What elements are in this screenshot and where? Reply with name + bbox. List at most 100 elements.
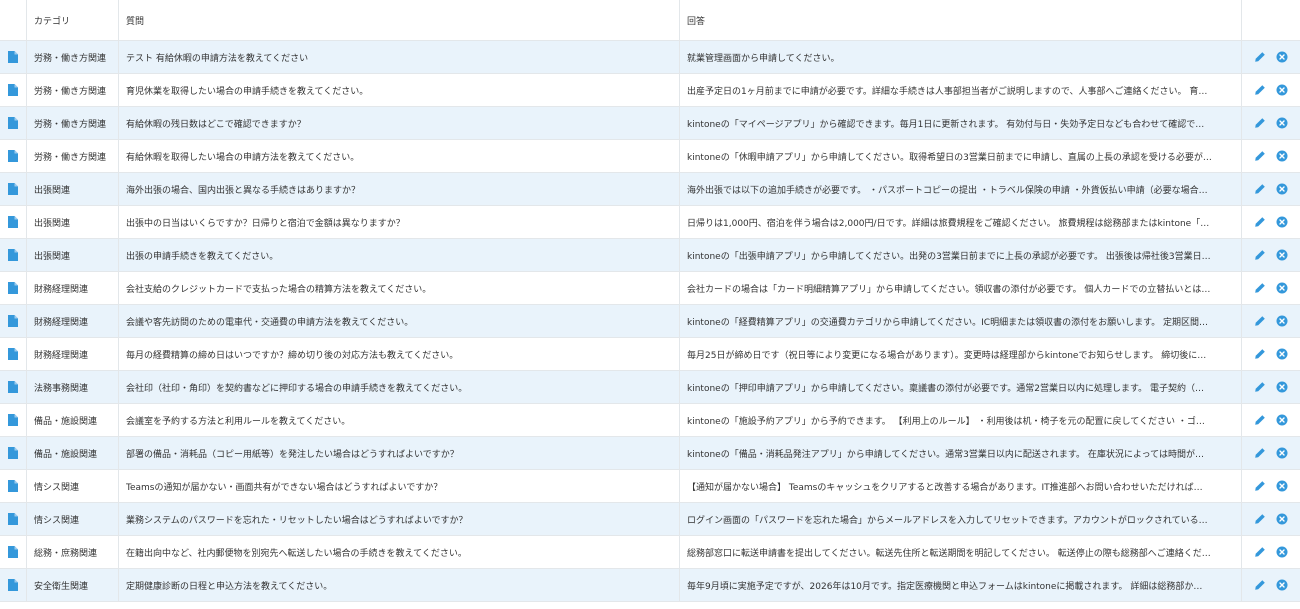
record-detail-cell[interactable] <box>0 305 27 337</box>
category-cell[interactable]: 情シス関連 <box>27 470 119 502</box>
close-circle-icon[interactable] <box>1276 381 1288 393</box>
document-icon[interactable] <box>8 546 18 558</box>
table-row[interactable]: 出張関連 海外出張の場合、国内出張と異なる手続きはありますか？ 海外出張では以下の追… <box>0 173 1300 206</box>
record-detail-cell[interactable] <box>0 107 27 139</box>
category-cell[interactable]: 財務経理関連 <box>27 305 119 337</box>
category-cell[interactable]: 労務・働き方関連 <box>27 140 119 172</box>
table-row[interactable]: 備品・施設関連 会議室を予約する方法と利用ルールを教えてください。 kintoneの… <box>0 404 1300 437</box>
record-detail-cell[interactable] <box>0 371 27 403</box>
question-cell[interactable]: 有給休暇を取得したい場合の申請方法を教えてください。 <box>119 140 680 172</box>
record-detail-cell[interactable] <box>0 338 27 370</box>
table-row[interactable]: 財務経理関連 会社支給のクレジットカードで支払った場合の精算方法を教えてください。… <box>0 272 1300 305</box>
record-detail-cell[interactable] <box>0 41 27 73</box>
pencil-icon[interactable] <box>1254 381 1266 393</box>
close-circle-icon[interactable] <box>1276 315 1288 327</box>
category-cell[interactable]: 安全衛生関連 <box>27 569 119 601</box>
answer-cell[interactable]: 就業管理画面から申請してください。 <box>680 41 1242 73</box>
document-icon[interactable] <box>8 216 18 228</box>
column-header-question[interactable]: 質問 <box>119 0 680 40</box>
close-circle-icon[interactable] <box>1276 579 1288 591</box>
record-detail-cell[interactable] <box>0 569 27 601</box>
answer-cell[interactable]: ログイン画面の「パスワードを忘れた場合」からメールアドレスを入力してリセットでき… <box>680 503 1242 535</box>
category-cell[interactable]: 備品・施設関連 <box>27 404 119 436</box>
document-icon[interactable] <box>8 579 18 591</box>
answer-cell[interactable]: kintoneの「マイページアプリ」から確認できます。毎月1日に更新されます。 … <box>680 107 1242 139</box>
answer-cell[interactable]: 出産予定日の1ヶ月前までに申請が必要です。詳細な手続きは人事部担当者がご説明しま… <box>680 74 1242 106</box>
pencil-icon[interactable] <box>1254 480 1266 492</box>
answer-cell[interactable]: kintoneの「経費精算アプリ」の交通費カテゴリから申請してください。IC明細… <box>680 305 1242 337</box>
pencil-icon[interactable] <box>1254 447 1266 459</box>
close-circle-icon[interactable] <box>1276 480 1288 492</box>
table-row[interactable]: 出張関連 出張中の日当はいくらですか？日帰りと宿泊で金額は異なりますか？ 日帰りは1… <box>0 206 1300 239</box>
record-detail-cell[interactable] <box>0 239 27 271</box>
close-circle-icon[interactable] <box>1276 117 1288 129</box>
answer-cell[interactable]: 毎年9月頃に実施予定ですが、2026年は10月です。指定医療機関と申込フォームは… <box>680 569 1242 601</box>
document-icon[interactable] <box>8 84 18 96</box>
category-cell[interactable]: 出張関連 <box>27 239 119 271</box>
pencil-icon[interactable] <box>1254 348 1266 360</box>
category-cell[interactable]: 出張関連 <box>27 206 119 238</box>
document-icon[interactable] <box>8 282 18 294</box>
question-cell[interactable]: 部署の備品・消耗品（コピー用紙等）を発注したい場合はどうすればよいですか？ <box>119 437 680 469</box>
answer-cell[interactable]: kintoneの「施設予約アプリ」から予約できます。 【利用上のルール】 ・利用… <box>680 404 1242 436</box>
pencil-icon[interactable] <box>1254 315 1266 327</box>
table-row[interactable]: 財務経理関連 会議や客先訪問のための電車代・交通費の申請方法を教えてください。 ki… <box>0 305 1300 338</box>
answer-cell[interactable]: 日帰りは1,000円、宿泊を伴う場合は2,000円/日です。詳細は旅費規程をご確… <box>680 206 1242 238</box>
table-row[interactable]: 安全衛生関連 定期健康診断の日程と申込方法を教えてください。 毎年9月頃に実施予定で… <box>0 569 1300 602</box>
document-icon[interactable] <box>8 480 18 492</box>
category-cell[interactable]: 労務・働き方関連 <box>27 107 119 139</box>
pencil-icon[interactable] <box>1254 579 1266 591</box>
document-icon[interactable] <box>8 414 18 426</box>
document-icon[interactable] <box>8 315 18 327</box>
question-cell[interactable]: 有給休暇の残日数はどこで確認できますか？ <box>119 107 680 139</box>
answer-cell[interactable]: 海外出張では以下の追加手続きが必要です。 ・パスポートコピーの提出 ・トラベル保… <box>680 173 1242 205</box>
answer-cell[interactable]: kintoneの「出張申請アプリ」から申請してください。出発の3営業日前までに上… <box>680 239 1242 271</box>
close-circle-icon[interactable] <box>1276 216 1288 228</box>
close-circle-icon[interactable] <box>1276 51 1288 63</box>
question-cell[interactable]: 会社支給のクレジットカードで支払った場合の精算方法を教えてください。 <box>119 272 680 304</box>
answer-cell[interactable]: 毎月25日が締め日です（祝日等により変更になる場合があります）。変更時は経理部か… <box>680 338 1242 370</box>
question-cell[interactable]: Teamsの通知が届かない・画面共有ができない場合はどうすればよいですか？ <box>119 470 680 502</box>
close-circle-icon[interactable] <box>1276 546 1288 558</box>
document-icon[interactable] <box>8 249 18 261</box>
question-cell[interactable]: 出張中の日当はいくらですか？日帰りと宿泊で金額は異なりますか？ <box>119 206 680 238</box>
question-cell[interactable]: 業務システムのパスワードを忘れた・リセットしたい場合はどうすればよいですか？ <box>119 503 680 535</box>
answer-cell[interactable]: 会社カードの場合は「カード明細精算アプリ」から申請してください。領収書の添付が必… <box>680 272 1242 304</box>
category-cell[interactable]: 出張関連 <box>27 173 119 205</box>
record-detail-cell[interactable] <box>0 140 27 172</box>
category-cell[interactable]: 財務経理関連 <box>27 338 119 370</box>
table-row[interactable]: 出張関連 出張の申請手続きを教えてください。 kintoneの「出張申請アプリ」から… <box>0 239 1300 272</box>
table-row[interactable]: 備品・施設関連 部署の備品・消耗品（コピー用紙等）を発注したい場合はどうすればよい… <box>0 437 1300 470</box>
pencil-icon[interactable] <box>1254 117 1266 129</box>
pencil-icon[interactable] <box>1254 216 1266 228</box>
question-cell[interactable]: 会議室を予約する方法と利用ルールを教えてください。 <box>119 404 680 436</box>
column-header-category[interactable]: カテゴリ <box>27 0 119 40</box>
category-cell[interactable]: 備品・施設関連 <box>27 437 119 469</box>
pencil-icon[interactable] <box>1254 51 1266 63</box>
question-cell[interactable]: 育児休業を取得したい場合の申請手続きを教えてください。 <box>119 74 680 106</box>
table-row[interactable]: 情シス関連 Teamsの通知が届かない・画面共有ができない場合はどうすればよいです… <box>0 470 1300 503</box>
question-cell[interactable]: 会社印（社印・角印）を契約書などに押印する場合の申請手続きを教えてください。 <box>119 371 680 403</box>
table-row[interactable]: 労務・働き方関連 育児休業を取得したい場合の申請手続きを教えてください。 出産予定日… <box>0 74 1300 107</box>
pencil-icon[interactable] <box>1254 546 1266 558</box>
question-cell[interactable]: 出張の申請手続きを教えてください。 <box>119 239 680 271</box>
close-circle-icon[interactable] <box>1276 513 1288 525</box>
close-circle-icon[interactable] <box>1276 414 1288 426</box>
document-icon[interactable] <box>8 117 18 129</box>
record-detail-cell[interactable] <box>0 74 27 106</box>
pencil-icon[interactable] <box>1254 282 1266 294</box>
pencil-icon[interactable] <box>1254 414 1266 426</box>
question-cell[interactable]: 会議や客先訪問のための電車代・交通費の申請方法を教えてください。 <box>119 305 680 337</box>
record-detail-cell[interactable] <box>0 503 27 535</box>
document-icon[interactable] <box>8 513 18 525</box>
close-circle-icon[interactable] <box>1276 84 1288 96</box>
close-circle-icon[interactable] <box>1276 150 1288 162</box>
question-cell[interactable]: 毎月の経費精算の締め日はいつですか？締め切り後の対応方法も教えてください。 <box>119 338 680 370</box>
table-row[interactable]: 情シス関連 業務システムのパスワードを忘れた・リセットしたい場合はどうすればよいで… <box>0 503 1300 536</box>
column-header-answer[interactable]: 回答 <box>680 0 1242 40</box>
category-cell[interactable]: 労務・働き方関連 <box>27 74 119 106</box>
question-cell[interactable]: テスト 有給休暇の申請方法を教えてください <box>119 41 680 73</box>
table-row[interactable]: 労務・働き方関連 テスト 有給休暇の申請方法を教えてください 就業管理画面から申請し… <box>0 41 1300 74</box>
document-icon[interactable] <box>8 348 18 360</box>
document-icon[interactable] <box>8 447 18 459</box>
